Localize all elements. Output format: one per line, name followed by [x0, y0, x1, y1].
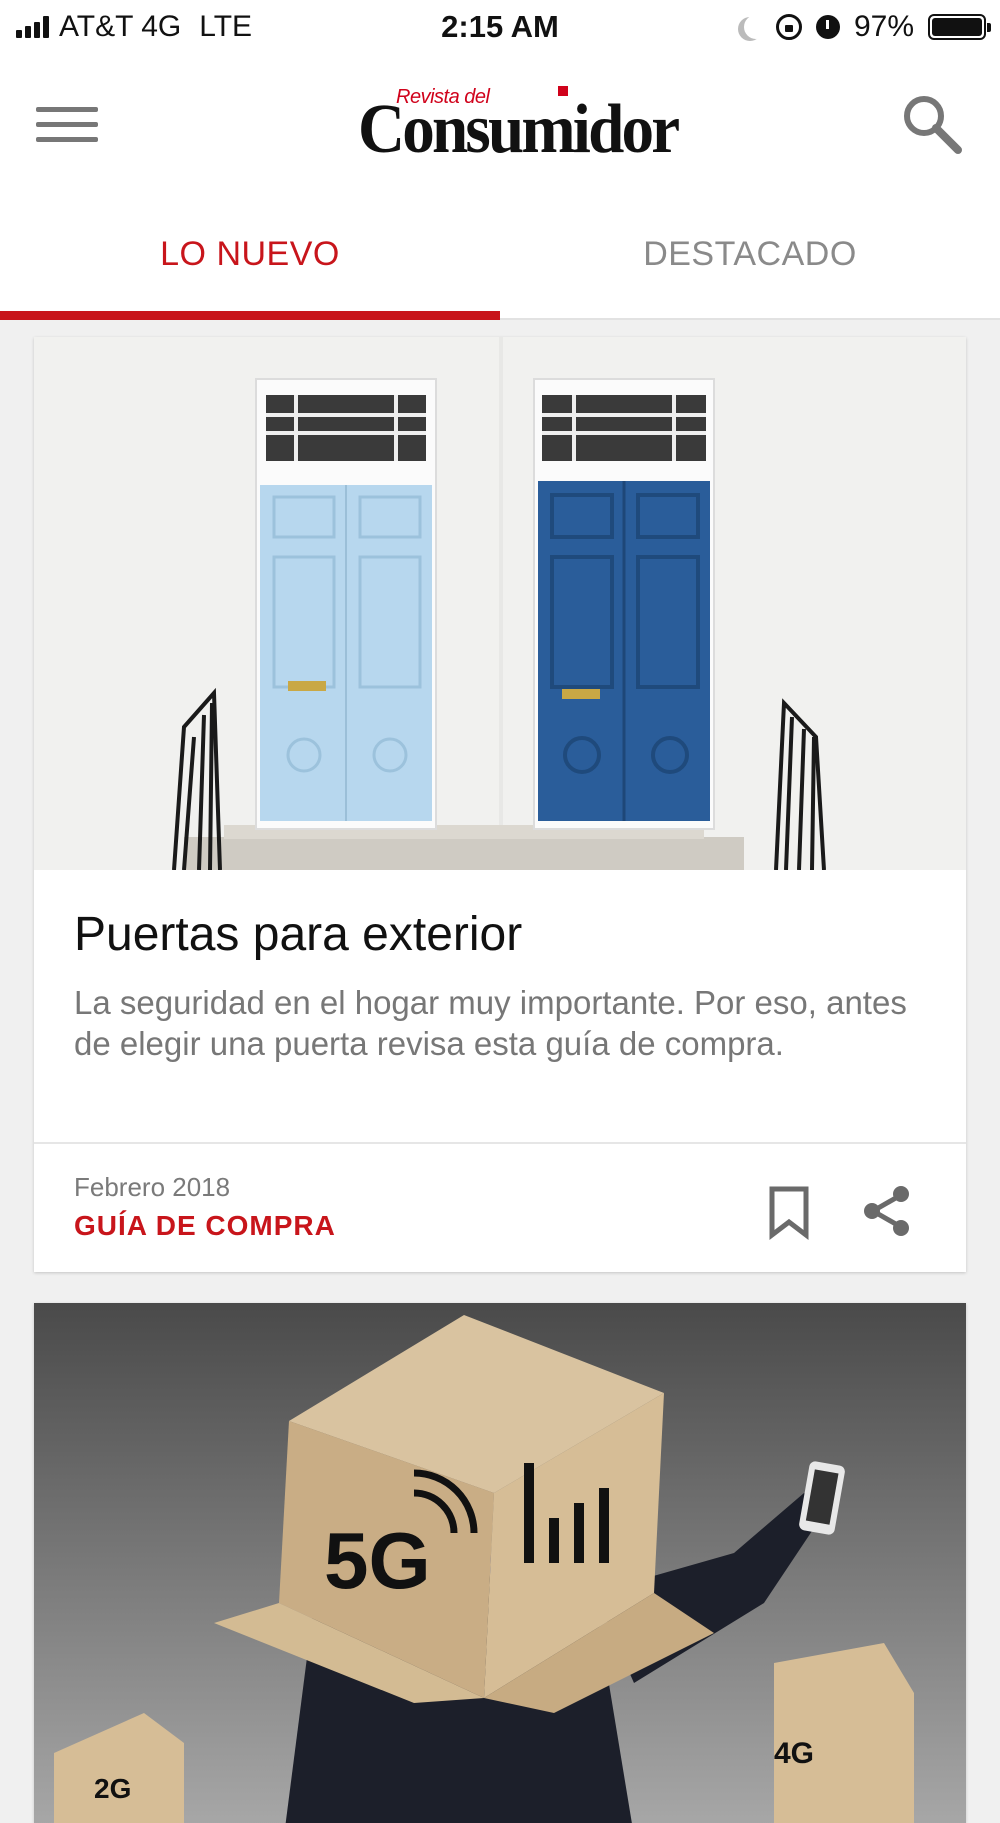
article-card[interactable]: 5G 2G 4G: [34, 1303, 966, 1823]
logo-dot: [558, 86, 568, 96]
tab-lo-nuevo[interactable]: LO NUEVO: [0, 194, 500, 314]
article-date: Febrero 2018: [74, 1172, 231, 1202]
article-image-doors[interactable]: [34, 337, 966, 870]
logo-title: Consumidor: [358, 91, 680, 168]
svg-text:4G: 4G: [774, 1737, 814, 1770]
card-divider: [34, 1142, 966, 1144]
bookmark-icon[interactable]: [764, 1185, 814, 1241]
article-category[interactable]: GUÍA DE COMPRA: [74, 1210, 336, 1242]
app-header: Revista del Consumidor: [0, 54, 1000, 194]
hamburger-icon[interactable]: [36, 102, 98, 148]
rotation-lock-icon: [775, 14, 802, 40]
status-bar: AT&T 4G LTE 2:15 AM 97%: [0, 0, 1000, 54]
box-5g-text: 5G: [324, 1516, 431, 1605]
status-right: 97%: [738, 8, 991, 46]
battery-percent: 97%: [853, 10, 914, 43]
article-description: La seguridad en el hogar muy importante.…: [74, 984, 907, 1062]
moon-icon: [744, 15, 768, 39]
article-title[interactable]: Puertas para exterior: [74, 907, 522, 962]
article-image-5g[interactable]: 5G 2G 4G: [34, 1303, 966, 1823]
battery-icon: [928, 14, 991, 40]
article-card[interactable]: Puertas para exterior La seguridad en el…: [34, 337, 966, 1272]
search-icon[interactable]: [900, 92, 964, 156]
tab-destacado[interactable]: DESTACADO: [500, 194, 1000, 314]
app-logo: Revista del Consumidor: [358, 76, 680, 186]
share-icon[interactable]: [859, 1183, 915, 1239]
tab-bar: LO NUEVO DESTACADO: [0, 194, 1000, 320]
alarm-icon: [815, 15, 840, 39]
active-tab-indicator: [0, 311, 500, 320]
